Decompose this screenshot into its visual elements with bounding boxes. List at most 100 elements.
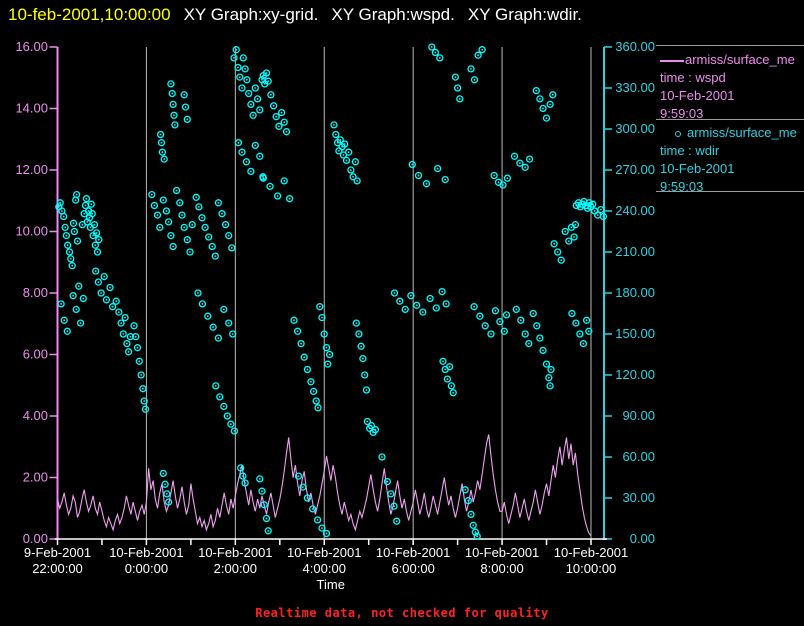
left-axis-tick-label: 14.00: [15, 101, 48, 116]
wdir-point-center: [183, 226, 186, 229]
wdir-point-center: [64, 226, 66, 229]
wdir-point-center: [94, 244, 97, 247]
wdir-point-center: [363, 374, 366, 376]
wdir-point-center: [381, 456, 383, 458]
legend-row-source: armiss/surface_me: [660, 124, 804, 142]
wdir-point-center: [218, 396, 221, 398]
legend-row-time: 9:59:03: [660, 106, 704, 121]
wdir-point-center: [342, 154, 345, 156]
x-axis-time-label: 10:00:00: [566, 561, 617, 576]
wdir-point-center: [222, 405, 225, 408]
wdir-point-center: [398, 300, 401, 303]
wdir-point-center: [395, 520, 398, 523]
left-axis-tick-label: 10.00: [15, 224, 48, 239]
wdir-point-center: [326, 363, 329, 365]
wdir-point-center: [239, 467, 242, 469]
wdir-point-center: [272, 104, 275, 107]
wdir-point-center: [422, 311, 424, 313]
wdir-point-center: [429, 297, 431, 300]
wdir-point-center: [97, 281, 100, 283]
wdir-point-center: [425, 182, 428, 185]
wdir-point-center: [75, 308, 78, 311]
wdir-point-center: [535, 89, 538, 92]
left-axis-tick-label: 6.00: [23, 347, 48, 362]
legend-top-rule: [656, 45, 804, 46]
wdir-point-center: [73, 230, 76, 233]
wdir-point-center: [300, 342, 302, 345]
wdir-point-center: [217, 337, 220, 339]
wdir-point-center: [241, 151, 243, 154]
wdir-point-center: [242, 57, 245, 59]
wdir-point-center: [444, 368, 447, 371]
wdir-point-center: [474, 531, 477, 534]
wdir-point-center: [317, 406, 319, 409]
wdir-point-center: [222, 308, 225, 311]
wdir-point-center: [591, 203, 594, 206]
wdir-point-center: [165, 210, 168, 212]
wdir-point-center: [325, 346, 328, 349]
wdir-point-center: [366, 420, 369, 423]
wdir-point-center: [280, 111, 283, 114]
wdir-point-center: [311, 508, 314, 510]
wdir-point-center: [59, 201, 62, 204]
wdir-point-center: [167, 221, 170, 223]
wdir-point-center: [72, 222, 75, 225]
wdir-point-center: [258, 109, 261, 111]
wdir-point-center: [227, 234, 230, 237]
wdir-point-center: [91, 212, 94, 215]
wdir-point-center: [161, 151, 164, 154]
left-axis-tick-label: 12.00: [15, 162, 48, 177]
wdir-point-center: [167, 501, 170, 503]
wdir-point-center: [269, 185, 271, 188]
wdir-point-center: [499, 320, 501, 323]
wdir-point-center: [175, 189, 178, 192]
wdir-point-center: [583, 200, 585, 203]
wdir-point-center: [82, 297, 85, 300]
wdir-point-center: [172, 103, 175, 106]
wdir-point-center: [450, 385, 453, 387]
wdir-point-center: [207, 236, 210, 238]
wdir-point-center: [370, 424, 373, 427]
x-axis-time-label: 0:00:00: [125, 561, 168, 576]
legend-entry-wdir: armiss/surface_me time : wdir 10-Feb-200…: [660, 124, 804, 196]
wdir-point-center: [85, 197, 88, 200]
wdir-point-center: [472, 524, 475, 527]
left-axis-tick-label: 2.00: [23, 470, 48, 485]
wspd-line-symbol-icon: [660, 59, 684, 62]
wdir-point-center: [97, 238, 100, 241]
wdir-point-center: [479, 315, 481, 318]
wdir-point-center: [95, 232, 98, 234]
wdir-point-center: [162, 199, 165, 202]
wdir-point-center: [134, 335, 137, 338]
wdir-point-center: [454, 76, 457, 78]
wdir-point-center: [170, 83, 172, 85]
wdir-point-center: [593, 210, 596, 212]
wdir-point-center: [362, 357, 364, 360]
wdir-point-center: [567, 240, 570, 243]
wdir-point-center: [527, 342, 530, 345]
wdir-point-center: [174, 124, 176, 126]
x-axis-time-label: 2:00:00: [214, 561, 257, 576]
wdir-point-center: [473, 78, 476, 81]
right-axis-tick-label: 210.00: [615, 244, 655, 259]
wdir-point-center: [60, 303, 62, 305]
wdir-point-center: [404, 308, 407, 311]
wdir-point-center: [170, 234, 172, 237]
wdir-point-center: [96, 251, 99, 253]
legend: armiss/surface_me time : wspd 10-Feb-200…: [656, 0, 804, 210]
wdir-point-center: [302, 486, 304, 488]
wdir-point-center: [94, 270, 97, 272]
wdir-point-center: [564, 230, 567, 233]
wdir-point-center: [435, 307, 438, 309]
wdir-point-center: [430, 46, 433, 48]
wdir-point-center: [254, 144, 257, 147]
wdir-point-center: [550, 368, 552, 371]
wdir-point-center: [181, 214, 183, 217]
right-axis-tick-label: 30.00: [622, 490, 655, 505]
wdir-point-center: [528, 158, 531, 161]
wdir-point-center: [230, 247, 233, 249]
wdir-point-center: [490, 333, 492, 335]
x-axis-time-label: 8:00:00: [480, 561, 523, 576]
right-axis-tick-label: 300.00: [615, 121, 655, 136]
wdir-point-center: [84, 204, 87, 207]
